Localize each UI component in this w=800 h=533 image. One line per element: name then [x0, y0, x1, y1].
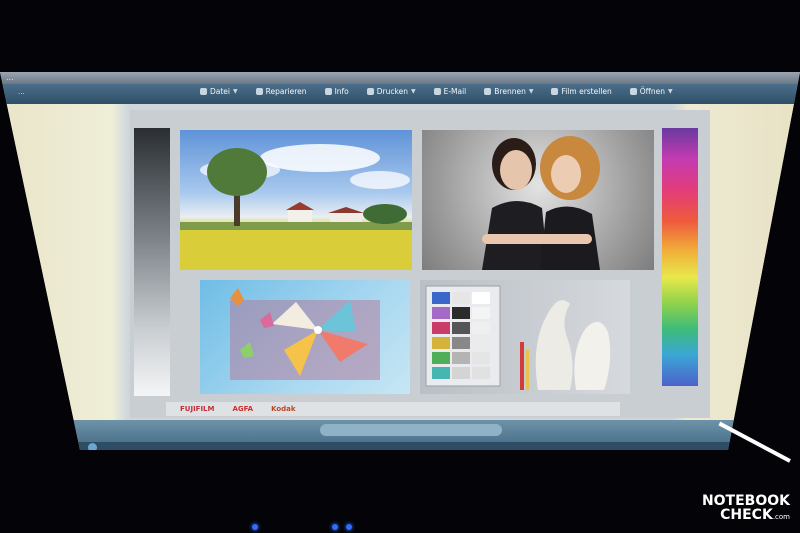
caret-icon: ▼ — [233, 88, 238, 95]
agfa-logo: AGFA — [232, 405, 254, 413]
menu-brennen[interactable]: Brennen ▼ — [484, 87, 533, 96]
test-chart-image: FUJIFILM AGFA Kodak — [130, 110, 710, 418]
menu-label: Brennen — [494, 87, 526, 96]
toolbar: ... Datei ▼ Reparieren Info Drucken ▼ E-Ma… — [0, 84, 800, 104]
color-spectrum-bar — [662, 128, 698, 386]
photo-viewer-canvas: FUJIFILM AGFA Kodak — [0, 104, 800, 420]
kodak-logo: Kodak — [271, 405, 296, 413]
file-icon — [200, 88, 207, 95]
viewer-navigation-bar — [0, 420, 800, 442]
menu-label: Drucken — [376, 87, 408, 96]
caret-icon: ▼ — [410, 88, 416, 95]
window-titlebar: ... — [0, 72, 800, 84]
menu-drucken[interactable]: Drucken ▼ — [366, 87, 416, 96]
menu-oeffnen[interactable]: Öffnen ▼ — [629, 87, 673, 96]
disc-icon — [484, 88, 492, 95]
photo-pinwheels — [200, 280, 410, 394]
still-life-illustration — [425, 285, 611, 390]
menu-datei[interactable]: Datei ▼ — [200, 87, 238, 96]
notebookcheck-watermark: NOTEBOOK CHECK.com — [694, 421, 794, 529]
start-button-icon[interactable] — [88, 443, 97, 450]
mail-icon — [433, 88, 441, 95]
sponsor-logos-strip: FUJIFILM AGFA Kodak — [166, 402, 620, 416]
wireless-led-icon — [332, 524, 338, 530]
pinwheel-illustration — [230, 288, 380, 380]
bluetooth-led-icon — [346, 524, 352, 530]
fujifilm-logo: FUJIFILM — [180, 405, 215, 413]
menu-film-erstellen[interactable]: Film erstellen — [551, 87, 612, 96]
landscape-illustration — [180, 144, 412, 270]
printer-icon — [366, 88, 374, 95]
folder-icon — [629, 88, 637, 95]
playback-controls[interactable] — [320, 424, 502, 436]
windows-taskbar — [0, 442, 800, 450]
photo-color-patches-still-life — [420, 280, 630, 394]
photo-landscape — [180, 130, 412, 270]
watermark-suffix: .com — [772, 513, 790, 521]
menu-label: Öffnen — [639, 87, 665, 96]
menu-label: Film erstellen — [561, 87, 612, 96]
caret-icon: ▼ — [667, 88, 673, 95]
menu-label: Reparieren — [265, 87, 307, 96]
repair-icon — [255, 88, 263, 95]
menu-label: Datei — [210, 87, 231, 96]
grayscale-gradient-bar — [134, 128, 170, 396]
gallery-link[interactable]: ... — [18, 88, 25, 96]
film-icon — [551, 88, 559, 95]
caret-icon: ▼ — [528, 88, 534, 95]
toolbar-menu: Datei ▼ Reparieren Info Drucken ▼ E-Mail B… — [200, 87, 673, 96]
watermark-line2: CHECK.com — [720, 507, 790, 523]
watermark-check: CHECK — [720, 507, 773, 523]
menu-label: E-Mail — [443, 87, 467, 96]
menu-reparieren[interactable]: Reparieren — [255, 87, 307, 96]
menu-label: Info — [334, 87, 349, 96]
menu-info[interactable]: Info — [324, 87, 349, 96]
photo-portrait — [422, 130, 654, 270]
status-leds — [236, 520, 376, 533]
window-title: ... — [6, 73, 14, 82]
info-icon — [324, 88, 332, 95]
power-led-icon — [252, 524, 258, 530]
portrait-illustration — [482, 136, 600, 270]
menu-email[interactable]: E-Mail — [433, 87, 467, 96]
laptop-screen: ... ... Datei ▼ Reparieren Info Drucken ▼ … — [0, 72, 800, 450]
